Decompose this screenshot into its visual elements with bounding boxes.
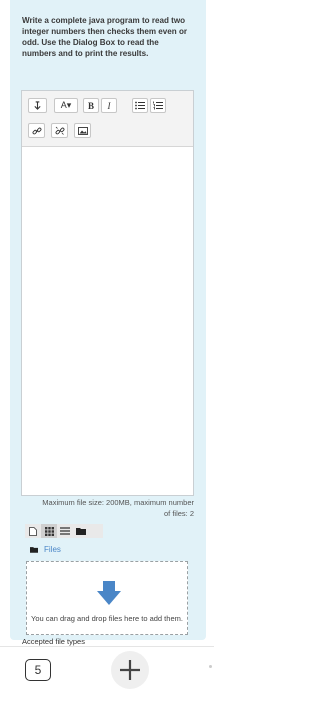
folder-icon: [30, 546, 38, 553]
max-file-info: Maximum file size: 200MB, maximum number…: [42, 498, 194, 518]
dropzone-text: You can drag and drop files here to add …: [31, 614, 183, 623]
files-label[interactable]: Files: [44, 545, 61, 554]
page-indicator-dot: [209, 665, 212, 668]
link-icon[interactable]: [28, 123, 45, 138]
text-editor[interactable]: A▾ B I: [21, 90, 194, 496]
files-folder[interactable]: Files: [30, 543, 61, 555]
accepted-file-types: Accepted file types: [22, 637, 85, 646]
editor-content-area[interactable]: [22, 147, 193, 495]
page-number-badge[interactable]: 5: [25, 659, 51, 681]
file-dropzone[interactable]: You can drag and drop files here to add …: [26, 561, 188, 635]
paragraph-icon[interactable]: [28, 98, 47, 113]
grid-view-icon[interactable]: [41, 524, 57, 538]
numbered-list-icon[interactable]: [150, 98, 166, 113]
italic-button[interactable]: I: [101, 98, 117, 113]
editor-toolbar: A▾ B I: [22, 91, 193, 147]
add-button[interactable]: [111, 651, 149, 689]
bold-button[interactable]: B: [83, 98, 99, 113]
image-icon[interactable]: [74, 123, 91, 138]
new-file-icon[interactable]: [25, 524, 41, 538]
filepicker-toolbar: [25, 524, 103, 538]
font-style-button[interactable]: A▾: [54, 98, 78, 113]
plus-icon: [120, 660, 140, 680]
list-view-icon[interactable]: [57, 524, 73, 538]
unlink-icon[interactable]: [51, 123, 68, 138]
bullet-list-icon[interactable]: [132, 98, 148, 113]
folder-view-icon[interactable]: [73, 524, 89, 538]
bottom-navigation: 5: [0, 646, 214, 701]
question-text: Write a complete java program to read tw…: [22, 16, 188, 58]
download-arrow-icon: [97, 581, 121, 605]
